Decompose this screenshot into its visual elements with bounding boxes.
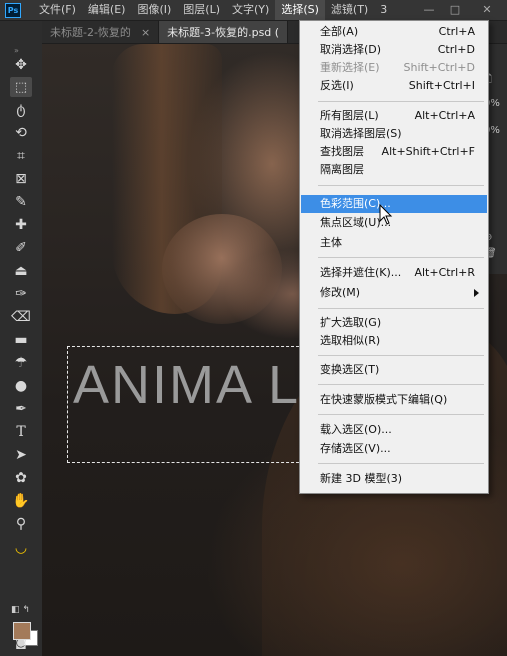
pen-icon[interactable]: ✒ xyxy=(0,398,42,420)
mouse-pointer-icon xyxy=(379,204,393,225)
isolate-layers[interactable]: 隔离图层 xyxy=(301,161,487,179)
marquee-selection[interactable] xyxy=(67,346,304,463)
gradient-icon[interactable]: ▬ xyxy=(0,329,42,351)
select-and-mask[interactable]: 选择并遮住(K)... Alt+Ctrl+R xyxy=(301,264,487,282)
history-brush-icon[interactable]: ✑ xyxy=(0,283,42,305)
menu-separator xyxy=(318,384,484,385)
deselect-layers[interactable]: 取消选择图层(S) xyxy=(301,125,487,143)
tab-untitled-2[interactable]: 未标题-2-恢复的 × xyxy=(42,21,160,43)
menu-select[interactable]: 选择(S) xyxy=(275,0,325,20)
tools-panel: » ✥ ⬚ ტ ⟲ ⌗ ⊠ ✎ ✚ ✐ ⏏ ✑ ⌫ ▬ ☂ ● ✒ T ➤ ✿ … xyxy=(0,21,43,656)
grow-selection[interactable]: 扩大选取(G) xyxy=(301,314,487,332)
tab-label: 未标题-2-恢复的 xyxy=(50,26,131,39)
close-window-icon[interactable]: ✕ xyxy=(476,0,498,20)
select-similar[interactable]: 选取相似(R) xyxy=(301,332,487,350)
quick-mask-edit[interactable]: 在快速蒙版模式下编辑(Q) xyxy=(301,391,487,409)
focus-area[interactable]: 焦点区域(U)... xyxy=(301,214,487,232)
blur-icon[interactable]: ☂ xyxy=(0,352,42,374)
quick-select-icon[interactable]: ⟲ xyxy=(0,122,42,144)
menu-separator xyxy=(318,101,484,102)
foreground-color-swatch[interactable] xyxy=(13,622,31,640)
menu-separator xyxy=(318,414,484,415)
menu-separator xyxy=(318,308,484,309)
dodge-icon[interactable]: ● xyxy=(0,375,42,397)
menu-image[interactable]: 图像(I) xyxy=(131,0,177,20)
tab-label: 未标题-3-恢复的.psd ( xyxy=(167,26,280,39)
menu-separator xyxy=(318,257,484,258)
marquee-icon[interactable]: ⬚ xyxy=(0,76,42,98)
tab-untitled-3[interactable]: 未标题-3-恢复的.psd ( xyxy=(159,21,289,43)
menu-bar: Ps 文件(F) 编辑(E) 图像(I) 图层(L) 文字(Y) 选择(S) 滤… xyxy=(0,0,507,21)
maximize-icon[interactable]: □ xyxy=(444,0,466,20)
healing-icon[interactable]: ✚ xyxy=(0,214,42,236)
select-subject[interactable]: 主体 xyxy=(301,234,487,252)
menu-file[interactable]: 文件(F) xyxy=(33,0,82,20)
eyedropper-icon[interactable]: ✎ xyxy=(0,191,42,213)
close-tab-icon[interactable]: × xyxy=(141,26,150,39)
deselect[interactable]: 取消选择(D) Ctrl+D xyxy=(301,41,487,59)
menu-separator xyxy=(318,463,484,464)
save-selection[interactable]: 存储选区(V)... xyxy=(301,440,487,458)
banana-icon[interactable]: ◡ xyxy=(0,537,42,559)
menu-3d[interactable]: 3 xyxy=(374,0,393,20)
type-icon[interactable]: T xyxy=(0,421,42,443)
select-menu-dropdown: 全部(A) Ctrl+A 取消选择(D) Ctrl+D 重新选择(E) Shif… xyxy=(299,20,489,494)
submenu-arrow-icon xyxy=(474,289,479,297)
inverse-selection[interactable]: 反选(I) Shift+Ctrl+I xyxy=(301,77,487,95)
frame-icon[interactable]: ⊠ xyxy=(0,168,42,190)
color-range[interactable]: 色彩范围(C)... xyxy=(301,195,487,213)
all-layers[interactable]: 所有图层(L) Alt+Ctrl+A xyxy=(301,107,487,125)
shape-icon[interactable]: ✿ xyxy=(0,467,42,489)
lasso-icon[interactable]: ტ xyxy=(0,99,42,121)
menu-type[interactable]: 文字(Y) xyxy=(226,0,275,20)
load-selection[interactable]: 载入选区(O)... xyxy=(301,421,487,439)
path-select-icon[interactable]: ➤ xyxy=(0,444,42,466)
swap-colors-icon[interactable]: ◧ ↰ xyxy=(11,605,30,615)
move-icon[interactable]: ✥ xyxy=(0,54,42,76)
find-layers[interactable]: 查找图层 Alt+Shift+Ctrl+F xyxy=(301,143,487,161)
photoshop-logo[interactable]: Ps xyxy=(5,2,21,18)
menu-layer[interactable]: 图层(L) xyxy=(177,0,226,20)
transform-selection[interactable]: 变换选区(T) xyxy=(301,361,487,379)
menu-separator xyxy=(318,355,484,356)
modify-submenu[interactable]: 修改(M) xyxy=(301,284,487,302)
menu-edit[interactable]: 编辑(E) xyxy=(82,0,132,20)
eraser-icon[interactable]: ⌫ xyxy=(0,306,42,328)
photo-hand xyxy=(162,214,282,324)
stamp-icon[interactable]: ⏏ xyxy=(0,260,42,282)
select-all[interactable]: 全部(A) Ctrl+A xyxy=(301,23,487,41)
crop-icon[interactable]: ⌗ xyxy=(0,145,42,167)
reselect: 重新选择(E) Shift+Ctrl+D xyxy=(320,61,475,74)
menu-filter[interactable]: 滤镜(T) xyxy=(325,0,374,20)
brush-icon[interactable]: ✐ xyxy=(0,237,42,259)
zoom-icon[interactable]: ⚲ xyxy=(0,513,42,535)
minimize-icon[interactable]: — xyxy=(418,0,440,20)
new-3d-model[interactable]: 新建 3D 模型(3) xyxy=(301,470,487,488)
hand-icon[interactable]: ✋ xyxy=(0,490,42,512)
menu-separator xyxy=(318,185,484,186)
